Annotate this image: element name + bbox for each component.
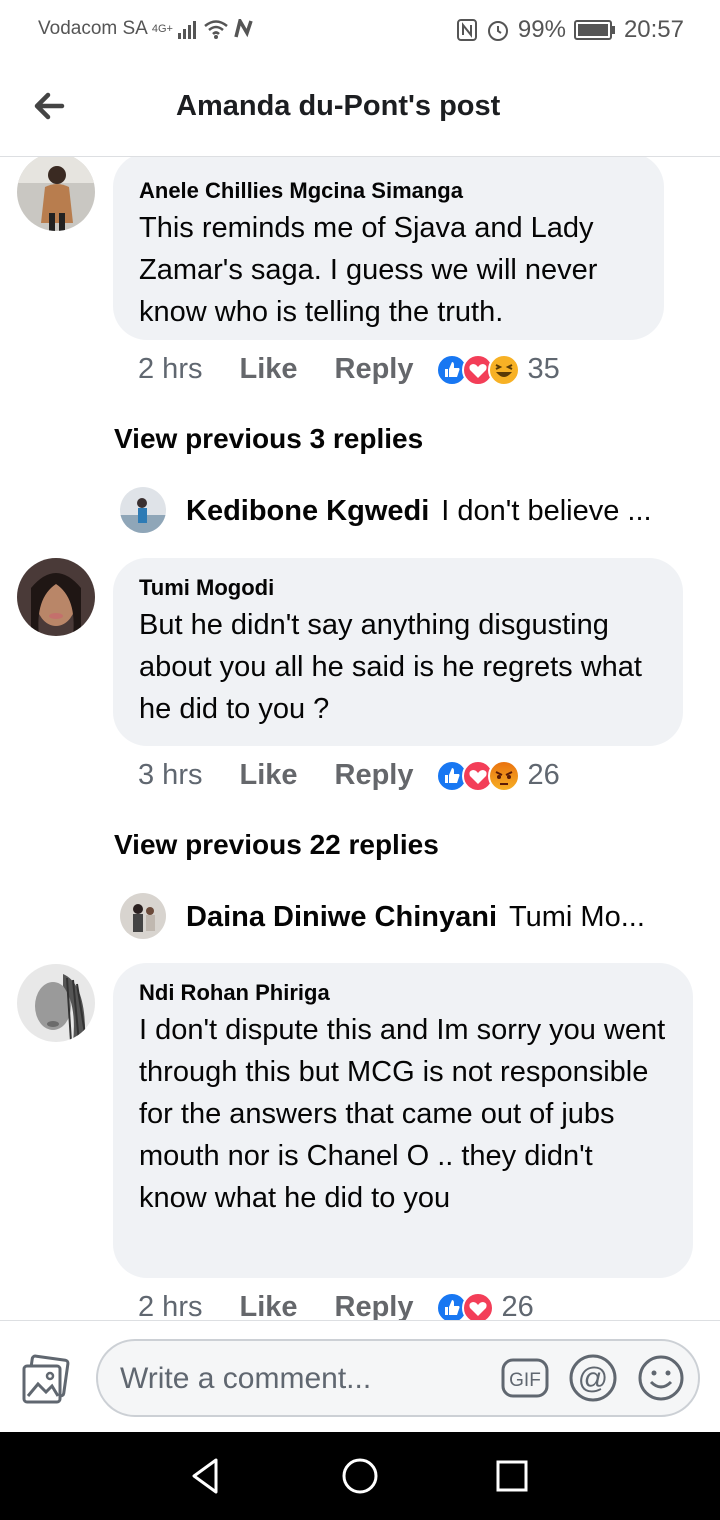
arrow-left-icon [34,92,65,120]
reply-author: Daina Diniwe Chinyani [186,900,497,933]
reply-author: Kedibone Kgwedi [186,494,430,527]
view-previous-replies[interactable]: View previous 3 replies [114,423,423,455]
back-button[interactable] [28,84,72,128]
reaction-count[interactable]: 26 [502,1291,534,1320]
comment-time[interactable]: 3 hrs [138,759,202,792]
post-header: Amanda du-Pont's post [0,62,720,157]
avatar[interactable] [17,157,95,231]
page-title: Amanda du-Pont's post [176,90,501,122]
system-nav-bar [0,1432,720,1520]
gif-icon: GIF [501,1358,549,1398]
reaction-count[interactable]: 35 [528,353,560,386]
avatar[interactable] [120,487,166,533]
comment-bubble: Anele Chillies Mgcina Simanga This remin… [113,157,664,340]
comment-text: This reminds me of Sjava and Lady Zamar'… [139,212,598,328]
reaction-summary[interactable] [435,353,520,386]
gif-button[interactable]: GIF [500,1353,550,1403]
emoji-button[interactable] [636,1353,686,1403]
reply-snippet: I don't believe ... [441,494,652,527]
comment-input[interactable] [118,1359,482,1399]
reply-button[interactable]: Reply [335,1291,414,1320]
like-button[interactable]: Like [239,353,297,386]
reply-button[interactable]: Reply [335,759,414,792]
nav-recents-button[interactable] [490,1454,534,1498]
photo-icon [22,1354,70,1404]
reply-preview[interactable]: Kedibone Kgwedi I don't believe ... [120,487,680,535]
avatar[interactable] [17,558,95,636]
nav-home-button[interactable] [338,1454,382,1498]
comment-text: But he didn't say anything disgusting ab… [139,609,642,725]
avatar[interactable] [17,964,95,1042]
battery-icon [573,20,615,40]
reply-button[interactable]: Reply [335,353,414,386]
signal-icon [177,21,196,39]
commenter-name[interactable]: Ndi Rohan Phiriga [139,979,667,1007]
like-button[interactable]: Like [239,1291,297,1320]
comment-composer: GIF @ [0,1320,720,1433]
like-button[interactable]: Like [239,759,297,792]
love-reaction-icon [461,1291,494,1320]
mention-label: @ [578,1362,608,1395]
nav-back-button[interactable] [184,1454,228,1498]
mention-button[interactable]: @ [568,1353,618,1403]
clock: 20:57 [623,16,684,43]
view-previous-replies[interactable]: View previous 22 replies [114,829,439,861]
commenter-name[interactable]: Anele Chillies Mgcina Simanga [139,177,638,205]
carrier-label: Vodacom SA [38,18,148,39]
comment-bubble: Tumi Mogodi But he didn't say anything d… [113,558,683,746]
network-type: 4G+ [151,23,173,35]
gif-label: GIF [509,1370,541,1391]
at-sign-icon: @ [569,1354,617,1402]
square-recents-icon [496,1460,528,1492]
smiley-icon [638,1355,684,1401]
circle-home-icon [342,1458,378,1494]
angry-reaction-icon [487,759,520,792]
status-bar: Vodacom SA 4G+ 99% 20:57 [0,0,720,62]
comment-time[interactable]: 2 hrs [138,1291,202,1320]
reaction-summary[interactable] [435,1291,494,1320]
comment-actions: 3 hrs Like Reply 26 [138,759,560,792]
comment-feed[interactable]: Anele Chillies Mgcina Simanga This remin… [0,157,720,1320]
comment-bubble: Ndi Rohan Phiriga I don't dispute this a… [113,963,693,1278]
comment-time[interactable]: 2 hrs [138,353,202,386]
wifi-icon [204,20,228,39]
avatar[interactable] [120,893,166,939]
nfc-icon [456,19,477,41]
alarm-icon [487,21,508,41]
comment-actions: 2 hrs Like Reply 35 [138,353,560,386]
reaction-summary[interactable] [435,759,520,792]
haha-reaction-icon [487,353,520,386]
triangle-back-icon [192,1458,218,1494]
reaction-count[interactable]: 26 [528,759,560,792]
reply-snippet: Tumi Mo... [509,900,645,933]
battery-percent: 99% [517,16,566,43]
photo-button[interactable] [20,1354,72,1406]
comment-box: GIF @ [96,1339,700,1417]
commenter-name[interactable]: Tumi Mogodi [139,574,657,602]
n-app-icon [234,19,253,38]
comment-actions: 2 hrs Like Reply 26 [138,1291,534,1320]
comment-text: I don't dispute this and Im sorry you we… [139,1014,666,1214]
reply-preview[interactable]: Daina Diniwe Chinyani Tumi Mo... [120,893,680,941]
